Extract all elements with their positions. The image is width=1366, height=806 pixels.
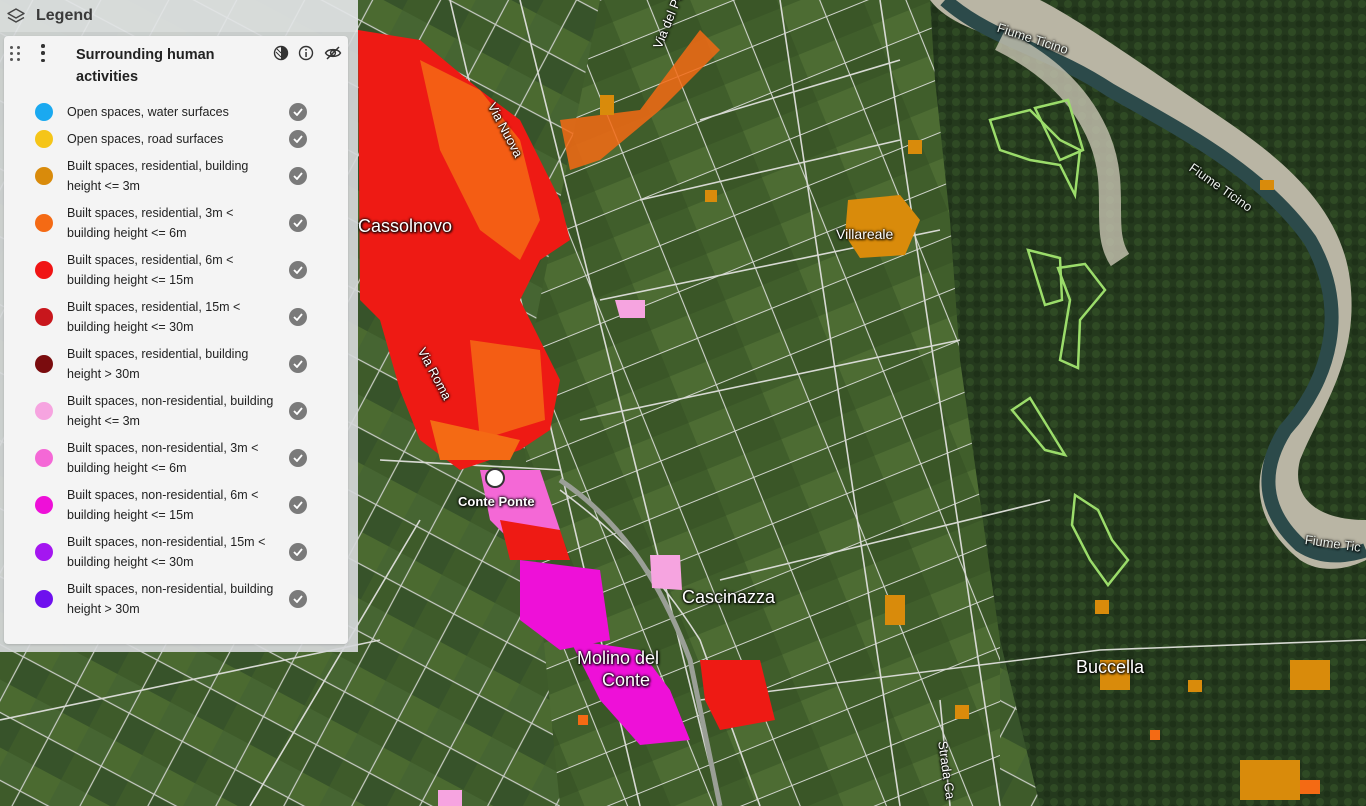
opacity-icon[interactable]: [272, 44, 290, 62]
legend-swatch: [35, 354, 53, 373]
legend-swatch: [35, 166, 53, 185]
visible-check-icon[interactable]: [289, 589, 307, 608]
legend-card-header: Surrounding human activities: [4, 36, 348, 92]
legend-swatch: [35, 307, 53, 326]
legend-item-label: Built spaces, non-residential, 15m < bui…: [67, 534, 266, 569]
legend-swatch: [35, 589, 53, 608]
legend-item: Built spaces, residential, 3m < building…: [4, 199, 348, 246]
legend-item-label: Built spaces, residential, building heig…: [67, 346, 249, 381]
visible-check-icon[interactable]: [289, 166, 307, 185]
legend-item-label: Open spaces, water surfaces: [67, 104, 229, 119]
legend-layer-card: Surrounding human activities Open spaces…: [4, 36, 348, 644]
layers-icon: [6, 6, 26, 26]
more-options-icon[interactable]: [40, 44, 46, 62]
legend-swatch: [35, 129, 53, 148]
visible-check-icon[interactable]: [289, 448, 307, 467]
visible-check-icon[interactable]: [289, 260, 307, 279]
legend-item: Built spaces, non-residential, 15m < bui…: [4, 528, 348, 575]
legend-item: Built spaces, non-residential, building …: [4, 575, 348, 622]
legend-item-label: Built spaces, non-residential, 3m < buil…: [67, 440, 259, 475]
legend-item: Open spaces, water surfaces: [4, 98, 348, 125]
legend-item: Built spaces, residential, 6m < building…: [4, 246, 348, 293]
legend-item-label: Built spaces, residential, 15m < buildin…: [67, 299, 241, 334]
legend-items: Open spaces, water surfaces Open spaces,…: [4, 98, 348, 622]
visible-check-icon[interactable]: [289, 401, 307, 420]
legend-panel: Surrounding human activities Open spaces…: [0, 32, 358, 652]
visible-check-icon[interactable]: [289, 213, 307, 232]
visible-check-icon[interactable]: [289, 307, 307, 326]
visible-check-icon[interactable]: [289, 102, 307, 121]
visible-check-icon[interactable]: [289, 542, 307, 561]
visible-check-icon[interactable]: [289, 129, 307, 148]
legend-item-label: Built spaces, residential, building heig…: [67, 158, 249, 193]
legend-swatch: [35, 102, 53, 121]
legend-item: Built spaces, non-residential, 3m < buil…: [4, 434, 348, 481]
legend-item-label: Built spaces, residential, 3m < building…: [67, 205, 234, 240]
legend-swatch: [35, 495, 53, 514]
legend-item: Built spaces, non-residential, building …: [4, 387, 348, 434]
legend-item-label: Open spaces, road surfaces: [67, 131, 224, 146]
legend-item-label: Built spaces, non-residential, building …: [67, 581, 274, 616]
layer-title: Surrounding human activities: [76, 47, 215, 85]
info-icon[interactable]: [297, 44, 315, 62]
drag-handle-icon[interactable]: [10, 46, 22, 62]
visible-check-icon[interactable]: [289, 354, 307, 373]
visible-check-icon[interactable]: [289, 495, 307, 514]
legend-swatch: [35, 448, 53, 467]
legend-item-label: Built spaces, residential, 6m < building…: [67, 252, 234, 287]
legend-item: Built spaces, residential, building heig…: [4, 340, 348, 387]
legend-panel-header[interactable]: Legend: [0, 0, 358, 32]
legend-swatch: [35, 542, 53, 561]
legend-item: Built spaces, non-residential, 6m < buil…: [4, 481, 348, 528]
legend-item-label: Built spaces, non-residential, building …: [67, 393, 274, 428]
legend-swatch: [35, 401, 53, 420]
legend-item: Open spaces, road surfaces: [4, 125, 348, 152]
legend-item: Built spaces, residential, building heig…: [4, 152, 348, 199]
hide-layer-icon[interactable]: [324, 44, 342, 62]
legend-item: Built spaces, residential, 15m < buildin…: [4, 293, 348, 340]
legend-swatch: [35, 213, 53, 232]
legend-item-label: Built spaces, non-residential, 6m < buil…: [67, 487, 259, 522]
legend-panel-title: Legend: [36, 7, 93, 24]
legend-swatch: [35, 260, 53, 279]
